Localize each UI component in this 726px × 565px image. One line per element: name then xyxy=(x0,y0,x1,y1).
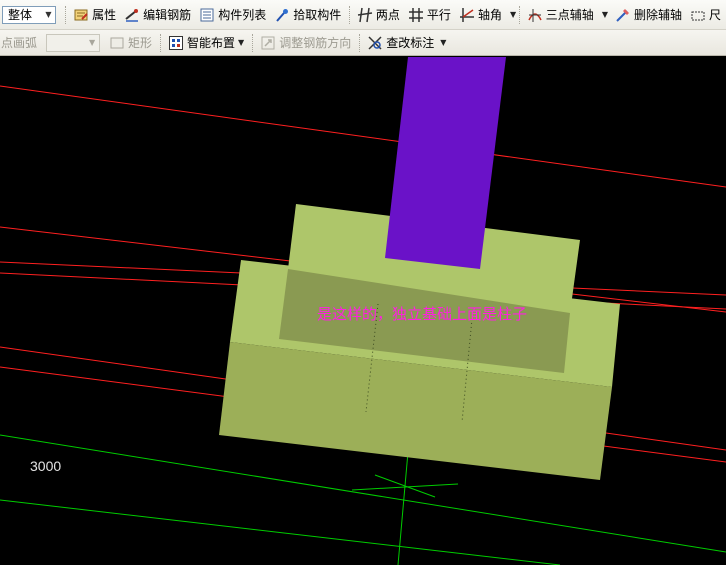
properties-icon xyxy=(73,7,89,23)
three-point-axis-label: 三点辅轴 xyxy=(545,8,594,22)
smart-layout-label: 智能布置 xyxy=(187,36,236,50)
two-point-icon xyxy=(357,7,373,23)
rectangle-label: 矩形 xyxy=(128,36,153,50)
three-point-axis-button[interactable]: 三点辅轴 xyxy=(524,4,597,26)
toolbar-separator xyxy=(252,33,254,52)
check-annotation-button[interactable]: 查改标注 ▼ xyxy=(364,32,449,54)
two-point-axis-button[interactable]: 两点 xyxy=(354,4,403,26)
chevron-down-icon: ▼ xyxy=(88,37,96,47)
chevron-down-icon: ▼ xyxy=(440,38,447,47)
properties-button[interactable]: 属性 xyxy=(70,4,119,26)
axis-angle-icon xyxy=(459,7,475,23)
smart-layout-button[interactable]: 智能布置 ▼ xyxy=(165,32,247,54)
arc-mode-select[interactable]: ▼ xyxy=(46,33,101,52)
drawing-toolbar: 点画弧 ▼ 矩形 智能布置 ▼ 调整钢筋方向 查改标注 ▼ xyxy=(0,30,726,56)
toolbar-separator xyxy=(359,33,361,52)
grid-line xyxy=(397,451,409,565)
grid-line xyxy=(0,434,726,553)
edit-rebar-icon xyxy=(124,7,140,23)
adjust-rebar-direction-label: 调整钢筋方向 xyxy=(279,36,352,50)
rectangle-button[interactable]: 矩形 xyxy=(106,32,155,54)
chevron-down-icon: ▼ xyxy=(45,9,52,19)
edit-rebar-button[interactable]: 编辑钢筋 xyxy=(121,4,194,26)
dimension-label: 尺 xyxy=(708,8,721,22)
adjust-rebar-direction-icon xyxy=(260,35,276,51)
two-point-label: 两点 xyxy=(375,8,400,22)
axis-line xyxy=(0,85,726,188)
adjust-rebar-direction-button[interactable]: 调整钢筋方向 xyxy=(257,32,354,54)
scope-select-value: 整体 xyxy=(8,8,33,22)
chevron-down-icon: ▼ xyxy=(238,38,245,47)
pick-component-icon xyxy=(274,7,290,23)
rectangle-icon xyxy=(109,35,125,51)
arc-label: 点画弧 xyxy=(1,36,38,50)
grid-line xyxy=(0,499,561,565)
parallel-label: 平行 xyxy=(426,8,451,22)
check-annotation-label: 查改标注 xyxy=(386,36,435,50)
axis-angle-dropdown-icon[interactable]: ▼ xyxy=(510,10,516,19)
delete-axis-icon xyxy=(615,7,631,23)
dimension-button[interactable]: 尺 xyxy=(687,4,724,26)
main-toolbar: 整体 ▼ 属性 编辑钢筋 构件列表 拾取构件 两点 平行 轴角 ▼ 三点辅轴 ▼… xyxy=(0,0,726,30)
toolbar-separator xyxy=(349,5,351,24)
pick-component-label: 拾取构件 xyxy=(293,8,342,22)
dimension-label: 3000 xyxy=(30,458,62,474)
dimension-icon xyxy=(690,7,706,23)
delete-axis-button[interactable]: 删除辅轴 xyxy=(612,4,685,26)
component-list-icon xyxy=(199,7,215,23)
smart-layout-icon xyxy=(168,35,184,51)
axis-angle-label: 轴角 xyxy=(477,8,502,22)
axis-angle-button[interactable]: 轴角 xyxy=(456,4,505,26)
component-list-button[interactable]: 构件列表 xyxy=(196,4,269,26)
three-point-axis-dropdown-icon[interactable]: ▼ xyxy=(602,10,608,19)
properties-label: 属性 xyxy=(92,8,117,22)
parallel-icon xyxy=(408,7,424,23)
parallel-axis-button[interactable]: 平行 xyxy=(405,4,454,26)
arc-button[interactable]: 点画弧 xyxy=(0,32,40,54)
toolbar-separator xyxy=(65,5,67,24)
drawing-viewport[interactable]: 3000 是这样的，独立基础上面是柱子 xyxy=(0,57,726,565)
check-annotation-icon xyxy=(367,35,383,51)
scope-select[interactable]: 整体 ▼ xyxy=(2,5,57,24)
annotation-text: 是这样的，独立基础上面是柱子 xyxy=(317,305,528,323)
three-point-axis-icon xyxy=(527,7,543,23)
edit-rebar-label: 编辑钢筋 xyxy=(143,8,192,22)
component-list-label: 构件列表 xyxy=(218,8,267,22)
toolbar-separator xyxy=(519,5,521,24)
toolbar-separator xyxy=(160,33,162,52)
pick-component-button[interactable]: 拾取构件 xyxy=(271,4,344,26)
delete-axis-label: 删除辅轴 xyxy=(633,8,682,22)
